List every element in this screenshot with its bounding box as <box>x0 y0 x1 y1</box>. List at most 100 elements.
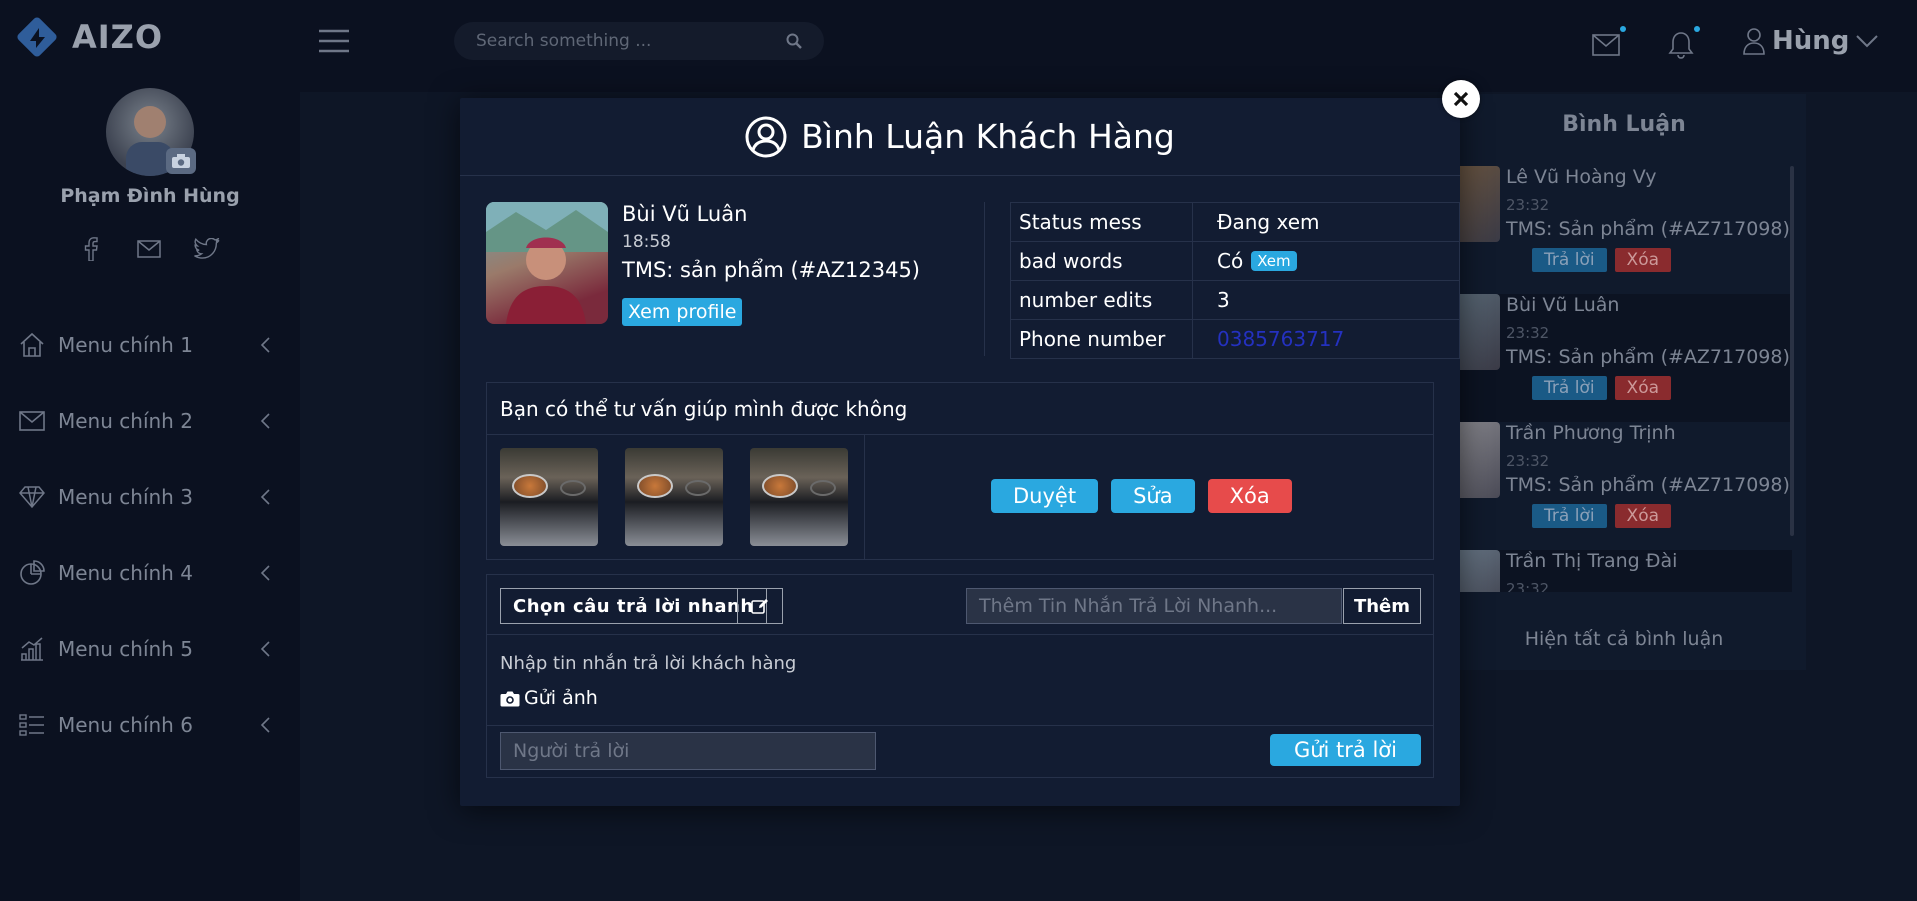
comment-time: 23:32 <box>1506 196 1550 214</box>
menu-item-2[interactable]: Menu chính 2 <box>0 383 300 459</box>
comment-reply-button[interactable]: Trả lời <box>1532 376 1607 400</box>
send-image-label: Gửi ảnh <box>524 687 598 709</box>
menu-item-label: Menu chính 1 <box>58 333 193 357</box>
comment-time: 23:32 <box>1506 580 1550 592</box>
comment-time: 23:32 <box>1506 452 1550 470</box>
approve-button[interactable]: Duyệt <box>991 479 1099 513</box>
change-avatar-camera-icon[interactable] <box>166 148 196 174</box>
comment-time: 23:32 <box>1506 324 1550 342</box>
facebook-icon[interactable] <box>78 236 104 262</box>
user-menu[interactable]: Hùng <box>1742 26 1879 56</box>
comments-scrollbar[interactable] <box>1790 166 1794 536</box>
divider <box>984 202 985 356</box>
comment-reply-button[interactable]: Trả lời <box>1532 504 1607 528</box>
info-label-phone: Phone number <box>1010 319 1193 359</box>
email-icon[interactable] <box>136 236 162 262</box>
messages-indicator <box>1620 26 1626 32</box>
mail-icon <box>18 407 46 435</box>
reply-message-input[interactable]: Nhập tin nhắn trả lời khách hàng <box>500 653 796 674</box>
comment-author: Trần Phương Trịnh <box>1506 422 1676 444</box>
messages-button[interactable] <box>1592 26 1626 60</box>
attached-image[interactable] <box>500 448 598 546</box>
notifications-button[interactable] <box>1668 26 1702 60</box>
comment-author: Trần Thị Trang Đài <box>1506 550 1678 572</box>
search-bar[interactable]: Search something ... <box>454 22 824 60</box>
table-row: number edits 3 <box>1010 280 1460 320</box>
camera-icon <box>500 691 520 706</box>
main-menu: Menu chính 1 Menu chính 2 Menu chính 3 M… <box>0 307 300 763</box>
chevron-left-icon <box>260 717 270 733</box>
close-modal-button[interactable] <box>1442 80 1480 118</box>
menu-item-4[interactable]: Menu chính 4 <box>0 535 300 611</box>
quick-reply-edit-button[interactable] <box>737 588 783 624</box>
menu-item-5[interactable]: Menu chính 5 <box>0 611 300 687</box>
comment-reply-button[interactable]: Trả lời <box>1532 248 1607 272</box>
chevron-left-icon <box>260 413 270 429</box>
attached-image[interactable] <box>625 448 723 546</box>
comment-avatar <box>1454 294 1500 370</box>
comment-item[interactable]: Bùi Vũ Luân 23:32 TMS: Sản phẩm (#AZ7170… <box>1452 294 1792 422</box>
bell-icon <box>1668 32 1694 59</box>
customer-photo-image <box>486 202 608 324</box>
comment-delete-button[interactable]: Xóa <box>1614 248 1672 272</box>
menu-item-label: Menu chính 4 <box>58 561 193 585</box>
info-label-edits: number edits <box>1010 280 1193 320</box>
customer-photo[interactable] <box>486 202 608 324</box>
user-menu-name: Hùng <box>1772 26 1850 56</box>
close-icon <box>1453 91 1469 107</box>
comments-panel-title: Bình Luận <box>1562 112 1686 137</box>
chevron-left-icon <box>260 565 270 581</box>
image-content <box>512 474 548 498</box>
view-profile-button[interactable]: Xem profile <box>622 298 743 326</box>
quick-reply-add-button[interactable]: Thêm <box>1343 588 1421 624</box>
show-all-comments-link[interactable]: Hiện tất cả bình luận <box>1442 628 1806 650</box>
chevron-down-icon <box>1856 35 1879 48</box>
image-content <box>560 480 586 496</box>
menu-item-1[interactable]: Menu chính 1 <box>0 307 300 383</box>
send-reply-button[interactable]: Gửi trả lời <box>1269 734 1421 766</box>
reply-submit-row: Người trả lời Gửi trả lời <box>487 725 1433 777</box>
menu-item-label: Menu chính 6 <box>58 713 193 737</box>
delete-button[interactable]: Xóa <box>1207 479 1292 513</box>
list-icon <box>18 711 46 739</box>
bar-chart-icon <box>18 635 46 663</box>
twitter-icon[interactable] <box>194 236 220 262</box>
comment-item[interactable]: Lê Vũ Hoàng Vy 23:32 TMS: Sản phẩm (#AZ7… <box>1452 166 1792 294</box>
search-input[interactable]: Search something ... <box>476 31 786 51</box>
comment-item[interactable]: Trần Phương Trịnh 23:32 TMS: Sản phẩm (#… <box>1452 422 1792 550</box>
chevron-left-icon <box>260 489 270 505</box>
logo-text: AIZO <box>72 18 164 56</box>
edit-button[interactable]: Sửa <box>1111 479 1195 513</box>
question-actions: Duyệt Sửa Xóa <box>991 479 1292 513</box>
comments-panel: Bình Luận Lê Vũ Hoàng Vy 23:32 TMS: Sản … <box>1442 94 1806 670</box>
phone-link[interactable]: 0385763717 <box>1217 327 1344 351</box>
quick-reply-input[interactable]: Thêm Tin Nhắn Trả Lời Nhanh... <box>966 588 1342 624</box>
comment-message: TMS: Sản phẩm (#AZ717098) <box>1506 218 1790 240</box>
envelope-icon <box>1592 34 1620 56</box>
comment-delete-button[interactable]: Xóa <box>1614 504 1672 528</box>
quick-reply-select[interactable]: Chọn câu trả lời nhanh <box>500 588 767 624</box>
info-value-phone-cell: 0385763717 <box>1192 319 1460 359</box>
sidebar: AIZO Phạm Đình Hùng Menu chính 1 Menu ch… <box>0 0 300 901</box>
pie-chart-icon <box>18 559 46 587</box>
search-icon[interactable] <box>786 33 802 49</box>
comment-avatar <box>1454 422 1500 498</box>
hamburger-menu-icon[interactable] <box>318 28 350 54</box>
logo-icon <box>17 17 57 57</box>
menu-item-6[interactable]: Menu chính 6 <box>0 687 300 763</box>
user-icon <box>1743 28 1765 55</box>
logo[interactable]: AIZO <box>14 14 163 60</box>
comment-actions: Trả lời Xóa <box>1532 504 1672 528</box>
send-image-button[interactable]: Gửi ảnh <box>500 687 598 709</box>
customer-time: 18:58 <box>622 232 671 252</box>
replier-input[interactable]: Người trả lời <box>500 732 876 770</box>
attached-image[interactable] <box>750 448 848 546</box>
chevron-left-icon <box>260 641 270 657</box>
customer-comment-modal: Bình Luận Khách Hàng Bùi Vũ Luân 18:58 T… <box>460 98 1460 806</box>
view-badwords-button[interactable]: Xem <box>1251 251 1297 271</box>
question-text: Bạn có thể tư vấn giúp mình được không <box>487 383 1433 435</box>
quick-reply-row: Chọn câu trả lời nhanh Thêm Tin Nhắn Trả… <box>487 575 1433 635</box>
comment-delete-button[interactable]: Xóa <box>1614 376 1672 400</box>
comment-item[interactable]: Trần Thị Trang Đài 23:32 <box>1452 550 1792 592</box>
menu-item-3[interactable]: Menu chính 3 <box>0 459 300 535</box>
